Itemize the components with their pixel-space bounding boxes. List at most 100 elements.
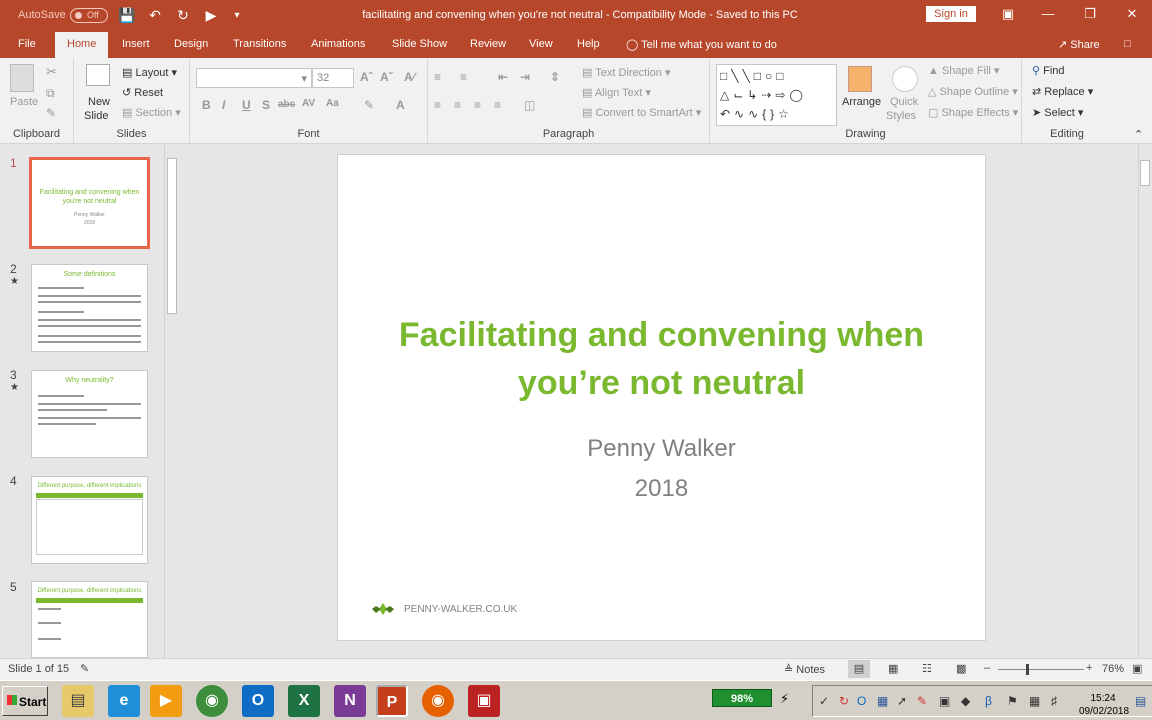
tray-icon[interactable]: ◆ <box>961 694 970 708</box>
powerpoint-icon[interactable]: P <box>376 685 408 717</box>
tray-icon[interactable]: ↻ <box>839 694 849 708</box>
close-icon[interactable]: ✕ <box>1120 6 1144 22</box>
select-button[interactable]: ➤ Select ▾ <box>1032 106 1083 119</box>
bluetooth-icon[interactable]: β <box>985 694 992 708</box>
line-spacing-icon[interactable]: ⇕ <box>550 70 560 84</box>
tab-home[interactable]: Home <box>55 32 109 58</box>
remote-desktop-icon[interactable]: ▣ <box>468 685 500 717</box>
find-button[interactable]: ⚲ Find <box>1032 64 1065 77</box>
internet-explorer-icon[interactable]: e <box>108 685 140 717</box>
new-slide-button[interactable]: New <box>88 96 110 108</box>
shapes-gallery[interactable]: □╲╲□○□ △⌙↳⇢⇨◯ ↶∿∿{}☆ <box>716 64 837 126</box>
start-from-beginning-icon[interactable]: ▶ <box>202 7 220 24</box>
underline-icon[interactable]: U <box>242 98 251 112</box>
fit-slide-icon[interactable]: ▣ <box>1132 662 1142 675</box>
align-text-button[interactable]: ▤ Align Text ▾ <box>582 86 651 99</box>
start-button[interactable]: Start <box>2 686 48 716</box>
battery-indicator[interactable]: 98% <box>712 689 772 707</box>
replace-button[interactable]: ⇄ Replace ▾ <box>1032 85 1093 98</box>
thumbnail-slide-3[interactable]: Why neutrality? <box>31 370 148 458</box>
tab-file[interactable]: File <box>18 38 36 50</box>
volume-icon[interactable]: ♯ <box>1051 694 1057 708</box>
slide-sorter-icon[interactable]: ▦ <box>888 662 898 675</box>
autosave-toggle[interactable]: Off <box>70 8 108 23</box>
paste-button[interactable]: Paste <box>10 96 38 108</box>
sign-in-button[interactable]: Sign in <box>926 6 976 22</box>
numbering-icon[interactable]: ≡ <box>460 70 467 84</box>
flag-icon[interactable]: ⚑ <box>1007 694 1018 708</box>
tray-icon[interactable]: O <box>857 694 866 708</box>
tab-animations[interactable]: Animations <box>311 38 365 50</box>
show-desktop-icon[interactable]: ▤ <box>1135 694 1146 708</box>
tray-icon[interactable]: ✎ <box>917 694 927 708</box>
scroll-thumb[interactable] <box>1140 160 1150 186</box>
italic-icon[interactable]: I <box>222 98 225 112</box>
tab-transitions[interactable]: Transitions <box>233 38 286 50</box>
tab-insert[interactable]: Insert <box>122 38 150 50</box>
tab-help[interactable]: Help <box>577 38 600 50</box>
tell-me-search[interactable]: ◯ Tell me what you want to do <box>626 38 777 51</box>
copy-icon[interactable]: ⧉ <box>46 86 55 101</box>
thumbnail-slide-4[interactable]: Different purpose, different implication… <box>31 476 148 564</box>
slide-title[interactable]: Facilitating and convening when you’re n… <box>378 311 945 407</box>
character-spacing-icon[interactable]: AV <box>302 98 315 109</box>
file-explorer-icon[interactable]: ▤ <box>62 685 94 717</box>
outlook-icon[interactable]: O <box>242 685 274 717</box>
font-name-combo[interactable]: ▾ <box>196 68 312 88</box>
text-direction-button[interactable]: ▤ Text Direction ▾ <box>582 66 670 79</box>
excel-icon[interactable]: X <box>288 685 320 717</box>
tray-icon[interactable]: ▣ <box>939 694 950 708</box>
convert-smartart-button[interactable]: ▤ Convert to SmartArt ▾ <box>582 106 701 119</box>
spelling-icon[interactable]: ✎ <box>80 662 89 675</box>
chrome-icon[interactable]: ◉ <box>196 685 228 717</box>
save-icon[interactable]: 💾 <box>118 7 136 24</box>
shape-effects-button[interactable]: ▢ Shape Effects ▾ <box>928 106 1018 119</box>
change-case-icon[interactable]: Aa <box>326 98 339 109</box>
minimize-icon[interactable]: — <box>1036 6 1060 21</box>
bold-icon[interactable]: B <box>202 98 211 112</box>
customize-qat-icon[interactable]: ▾ <box>228 10 246 21</box>
redo-icon[interactable]: ↻ <box>174 7 192 24</box>
undo-icon[interactable]: ↶ <box>146 7 164 24</box>
quick-styles-button[interactable]: Quick <box>890 96 918 108</box>
decrease-indent-icon[interactable]: ⇤ <box>498 70 508 84</box>
arrange-button[interactable]: Arrange <box>842 96 881 108</box>
current-slide[interactable]: Facilitating and convening when you’re n… <box>337 154 986 641</box>
share-button[interactable]: ↗ Share <box>1058 38 1100 51</box>
format-painter-icon[interactable]: ✎ <box>46 106 56 120</box>
zoom-slider-thumb[interactable] <box>1026 664 1029 675</box>
comments-icon[interactable]: □ <box>1124 38 1131 50</box>
tab-design[interactable]: Design <box>174 38 208 50</box>
font-size-combo[interactable]: 32 <box>312 68 354 88</box>
firefox-icon[interactable]: ◉ <box>422 685 454 717</box>
onenote-icon[interactable]: N <box>334 685 366 717</box>
cut-icon[interactable]: ✂ <box>46 64 57 80</box>
power-plug-icon[interactable]: ⚡ <box>780 691 789 707</box>
slide-year[interactable]: 2018 <box>338 475 985 503</box>
decrease-font-icon[interactable]: Aˇ <box>380 70 393 84</box>
clock[interactable]: 15:24 09/02/2018 <box>1079 692 1129 718</box>
scroll-thumb[interactable] <box>167 158 177 314</box>
zoom-out-icon[interactable]: – <box>984 662 990 674</box>
align-left-icon[interactable]: ≡ <box>434 98 441 112</box>
normal-view-icon[interactable]: ▤ <box>848 660 870 678</box>
bullets-icon[interactable]: ≡ <box>434 70 441 84</box>
clear-formatting-icon[interactable]: A∕ <box>404 70 415 84</box>
font-color-icon[interactable]: A <box>396 98 405 112</box>
reading-view-icon[interactable]: ☷ <box>922 662 932 675</box>
increase-indent-icon[interactable]: ⇥ <box>520 70 530 84</box>
shadow-icon[interactable]: S <box>262 98 270 112</box>
zoom-slider[interactable] <box>998 669 1084 670</box>
highlight-icon[interactable]: ✎ <box>364 98 374 112</box>
increase-font-icon[interactable]: Aˆ <box>360 70 373 84</box>
shape-fill-button[interactable]: ▲ Shape Fill ▾ <box>928 64 999 77</box>
layout-button[interactable]: ▤ Layout ▾ <box>122 66 177 79</box>
thumbnail-scrollbar[interactable] <box>164 144 178 658</box>
tab-view[interactable]: View <box>529 38 553 50</box>
reset-button[interactable]: ↺ Reset <box>122 86 163 99</box>
tray-icon[interactable]: ➚ <box>897 694 907 708</box>
align-center-icon[interactable]: ≡ <box>454 98 461 112</box>
slide-scrollbar[interactable] <box>1138 144 1152 658</box>
justify-icon[interactable]: ≡ <box>494 98 501 112</box>
strikethrough-icon[interactable]: abc <box>278 99 295 110</box>
